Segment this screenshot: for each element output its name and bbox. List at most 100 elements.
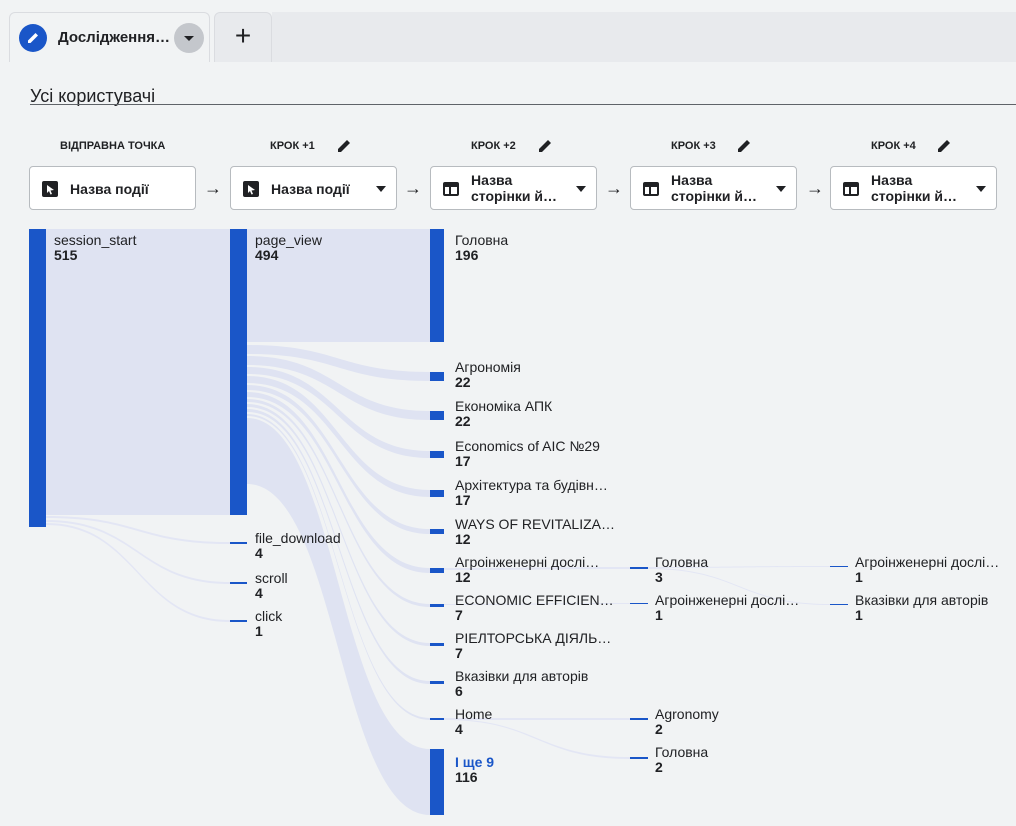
exploration-tab[interactable]: Дослідження… <box>9 12 210 62</box>
dropdown-start[interactable]: Назва події <box>29 166 196 210</box>
node-value: 12 <box>455 531 471 547</box>
flow-node-bar[interactable] <box>230 582 247 584</box>
node-name: Головна <box>655 554 709 570</box>
flow-node-label[interactable]: Вказівки для авторів 6 <box>455 669 588 699</box>
flow-node-label[interactable]: Вказівки для авторів 1 <box>855 593 988 623</box>
flow-node-bar[interactable] <box>630 603 648 604</box>
flow-node-label[interactable]: ECONOMIC EFFICIEN… 7 <box>455 593 614 623</box>
pencil-icon[interactable] <box>936 138 952 154</box>
flow-node-label[interactable]: Agronomy 2 <box>655 707 719 737</box>
flow-node-bar[interactable] <box>230 229 247 515</box>
page-icon <box>843 182 859 196</box>
node-value: 116 <box>455 769 478 785</box>
node-name: Агроінженерні дослі… <box>455 554 600 570</box>
arrow-right-icon: → <box>605 178 623 198</box>
flow-node-bar[interactable] <box>630 757 648 759</box>
flow-node-label[interactable]: file_download 4 <box>255 531 341 561</box>
step-title-4: КРОК +4 <box>871 140 916 152</box>
node-value: 4 <box>255 545 263 561</box>
flow-node-label[interactable]: Головна 3 <box>655 555 708 585</box>
edit-icon[interactable] <box>19 24 47 52</box>
node-name: ECONOMIC EFFICIEN… <box>455 592 614 608</box>
pencil-icon[interactable] <box>736 138 752 154</box>
flow-node-label[interactable]: Агроінженерні дослі… 12 <box>455 555 599 585</box>
tab-menu-button[interactable] <box>174 23 204 53</box>
flow-node-label[interactable]: scroll 4 <box>255 571 288 601</box>
flow-node-bar[interactable] <box>830 604 848 605</box>
flow-node-label[interactable]: Economics of AIC №29 17 <box>455 439 600 469</box>
flow-node-bar[interactable] <box>430 490 444 497</box>
node-value: 1 <box>855 607 863 623</box>
event-icon <box>243 181 259 197</box>
flow-node-bar[interactable] <box>430 372 444 381</box>
flow-node-label[interactable]: РІЕЛТОРСЬКА ДІЯЛЬ… 7 <box>455 631 611 661</box>
node-name: Архітектура та будівн… <box>455 477 608 493</box>
flow-node-label[interactable]: Агроінженерні дослі… 1 <box>655 593 799 623</box>
node-name: Головна <box>455 232 509 248</box>
node-value: 196 <box>455 247 479 263</box>
arrow-right-icon: → <box>204 178 222 198</box>
node-value: 1 <box>255 623 263 639</box>
node-value: 7 <box>455 645 463 661</box>
flow-node-bar[interactable] <box>430 604 444 607</box>
tab-bar: Дослідження… + <box>0 0 1016 62</box>
node-name: click <box>255 608 283 624</box>
flow-node-label[interactable]: session_start 515 <box>54 233 136 263</box>
flow-node-label[interactable]: Home 4 <box>455 707 492 737</box>
flow-node-label[interactable]: WAYS OF REVITALIZA… 12 <box>455 517 615 547</box>
node-name: Economics of AIC №29 <box>455 438 600 454</box>
flow-node-bar[interactable] <box>830 566 848 567</box>
node-value: 6 <box>455 683 463 699</box>
node-value: 2 <box>655 721 663 737</box>
flow-node-label[interactable]: Агрономія 22 <box>455 360 521 390</box>
node-name: Головна <box>655 744 709 760</box>
flow-node-label[interactable]: І ще 9 116 <box>455 755 494 785</box>
flow-node-bar[interactable] <box>430 229 444 342</box>
dropdown-step-1[interactable]: Назва події <box>230 166 397 210</box>
flow-node-label[interactable]: click 1 <box>255 609 282 639</box>
node-name: Agronomy <box>655 706 719 722</box>
flow-node-bar[interactable] <box>430 529 444 534</box>
dropdown-step-4[interactable]: Назва сторінки й… <box>830 166 997 210</box>
flow-node-bar[interactable] <box>29 229 46 527</box>
caret-down-icon <box>976 186 986 192</box>
flow-node-bar[interactable] <box>430 568 444 573</box>
flow-node-bar[interactable] <box>630 567 648 569</box>
flow-node-label[interactable]: Головна 2 <box>655 745 708 775</box>
dropdown-label: Назва події <box>70 181 149 197</box>
node-value: 3 <box>655 569 663 585</box>
pencil-icon[interactable] <box>336 138 352 154</box>
flow-node-bar[interactable] <box>430 749 444 815</box>
flow-node-bar[interactable] <box>230 620 247 622</box>
tab-title: Дослідження… <box>58 29 171 46</box>
flow-node-bar[interactable] <box>430 681 444 684</box>
caret-down-icon <box>376 186 386 192</box>
step-title-start: ВІДПРАВНА ТОЧКА <box>60 140 166 152</box>
node-name: Економіка АПК <box>455 398 553 414</box>
flow-node-label[interactable]: Архітектура та будівн… 17 <box>455 478 608 508</box>
flow-node-bar[interactable] <box>430 718 444 720</box>
flow-link <box>46 229 230 515</box>
pencil-icon[interactable] <box>537 138 553 154</box>
flow-node-label[interactable]: Економіка АПК 22 <box>455 399 552 429</box>
node-name: Агрономія <box>455 359 521 375</box>
flow-node-label[interactable]: Головна 196 <box>455 233 508 263</box>
flow-node-bar[interactable] <box>430 451 444 458</box>
flow-node-label[interactable]: Агроінженерні дослі… 1 <box>855 555 999 585</box>
flow-node-bar[interactable] <box>430 411 444 420</box>
flow-node-label[interactable]: page_view 494 <box>255 233 322 263</box>
flow-link <box>46 516 230 544</box>
arrow-right-icon: → <box>404 178 422 198</box>
node-name: Вказівки для авторів <box>455 668 589 684</box>
caret-down-icon <box>776 186 786 192</box>
node-name: РІЕЛТОРСЬКА ДІЯЛЬ… <box>455 630 612 646</box>
dropdown-step-3[interactable]: Назва сторінки й… <box>630 166 797 210</box>
flow-node-bar[interactable] <box>630 718 648 720</box>
node-name: WAYS OF REVITALIZA… <box>455 516 615 532</box>
add-tab-button[interactable]: + <box>214 12 272 62</box>
node-value: 494 <box>255 247 279 263</box>
flow-node-bar[interactable] <box>230 542 247 544</box>
flow-node-bar[interactable] <box>430 643 444 646</box>
dropdown-step-2[interactable]: Назва сторінки й… <box>430 166 597 210</box>
node-value: 4 <box>255 585 263 601</box>
